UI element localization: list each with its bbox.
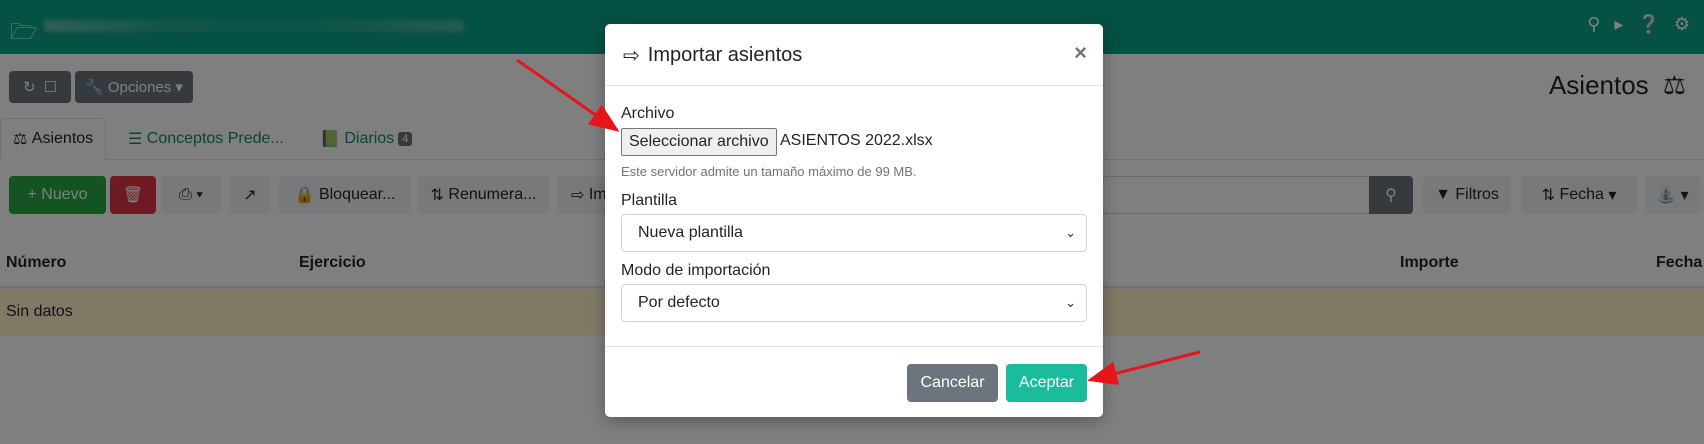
sign-in-icon: ⇨ (623, 45, 640, 67)
template-label: Plantilla (621, 192, 678, 209)
choose-file-button[interactable]: Seleccionar archivo (621, 128, 777, 156)
modal-header: ⇨ Importar asientos × (605, 24, 1103, 86)
import-mode-label: Modo de importación (621, 262, 771, 279)
import-mode-select[interactable]: Por defecto ⌄ (621, 284, 1087, 322)
chevron-down-icon: ⌄ (1065, 225, 1076, 240)
import-modal: ⇨ Importar asientos × Archivo Selecciona… (605, 24, 1103, 417)
chevron-down-icon: ⌄ (1065, 295, 1076, 310)
template-select[interactable]: Nueva plantilla ⌄ (621, 214, 1087, 252)
file-label: Archivo (621, 105, 675, 122)
accept-button[interactable]: Aceptar (1006, 364, 1087, 402)
selected-file-name: ASIENTOS 2022.xlsx (780, 132, 933, 149)
cancel-button[interactable]: Cancelar (907, 364, 998, 402)
close-icon[interactable]: × (1074, 40, 1087, 66)
file-size-help: Este servidor admite un tamaño máximo de… (621, 164, 917, 179)
modal-title: ⇨ Importar asientos (623, 44, 803, 67)
